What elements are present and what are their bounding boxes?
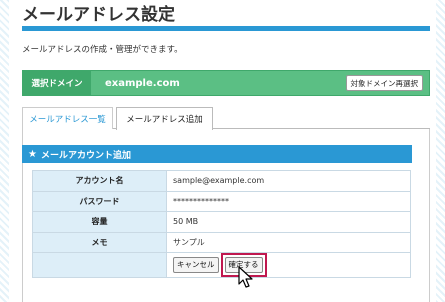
- table-row: メモ サンプル: [32, 231, 411, 253]
- table-row: パスワード **************: [32, 190, 411, 212]
- capacity-value: 50 MB: [166, 211, 411, 233]
- account-name-value: sample@example.com: [166, 170, 411, 192]
- section-title: メールアカウント追加: [40, 150, 131, 161]
- account-name-label: アカウント名: [32, 170, 167, 192]
- page-description: メールアドレスの作成・管理ができます。: [22, 45, 183, 55]
- memo-label: メモ: [32, 231, 167, 253]
- reselect-domain-button[interactable]: 対象ドメイン再選択: [345, 75, 423, 91]
- section-header: ★ メールアカウント追加: [22, 145, 412, 163]
- domain-bar: 選択ドメイン example.com 対象ドメイン再選択: [22, 70, 430, 96]
- mouse-cursor-icon: [238, 266, 253, 288]
- cancel-button[interactable]: キャンセル: [173, 257, 219, 273]
- account-form: アカウント名 sample@example.com パスワード ********…: [32, 170, 411, 278]
- button-row: キャンセル 確定する: [32, 252, 411, 278]
- tab-address-add[interactable]: メールアドレス追加: [116, 107, 213, 130]
- domain-value: example.com: [105, 77, 180, 89]
- table-row: 容量 50 MB: [32, 211, 411, 233]
- capacity-label: 容量: [32, 211, 167, 233]
- domain-label: 選択ドメイン: [23, 71, 91, 95]
- password-label: パスワード: [32, 190, 167, 212]
- memo-value: サンプル: [166, 231, 411, 253]
- button-row-label-cell: [32, 252, 167, 278]
- button-cell: キャンセル 確定する: [166, 252, 411, 278]
- star-icon: ★: [28, 148, 37, 160]
- page-title: メールアドレス設定: [22, 5, 175, 25]
- tab-address-list[interactable]: メールアドレス一覧: [22, 107, 113, 129]
- password-value: **************: [166, 190, 411, 212]
- title-underline: [22, 26, 430, 31]
- table-row: アカウント名 sample@example.com: [32, 170, 411, 192]
- tab-bar: メールアドレス一覧 メールアドレス追加: [22, 107, 430, 130]
